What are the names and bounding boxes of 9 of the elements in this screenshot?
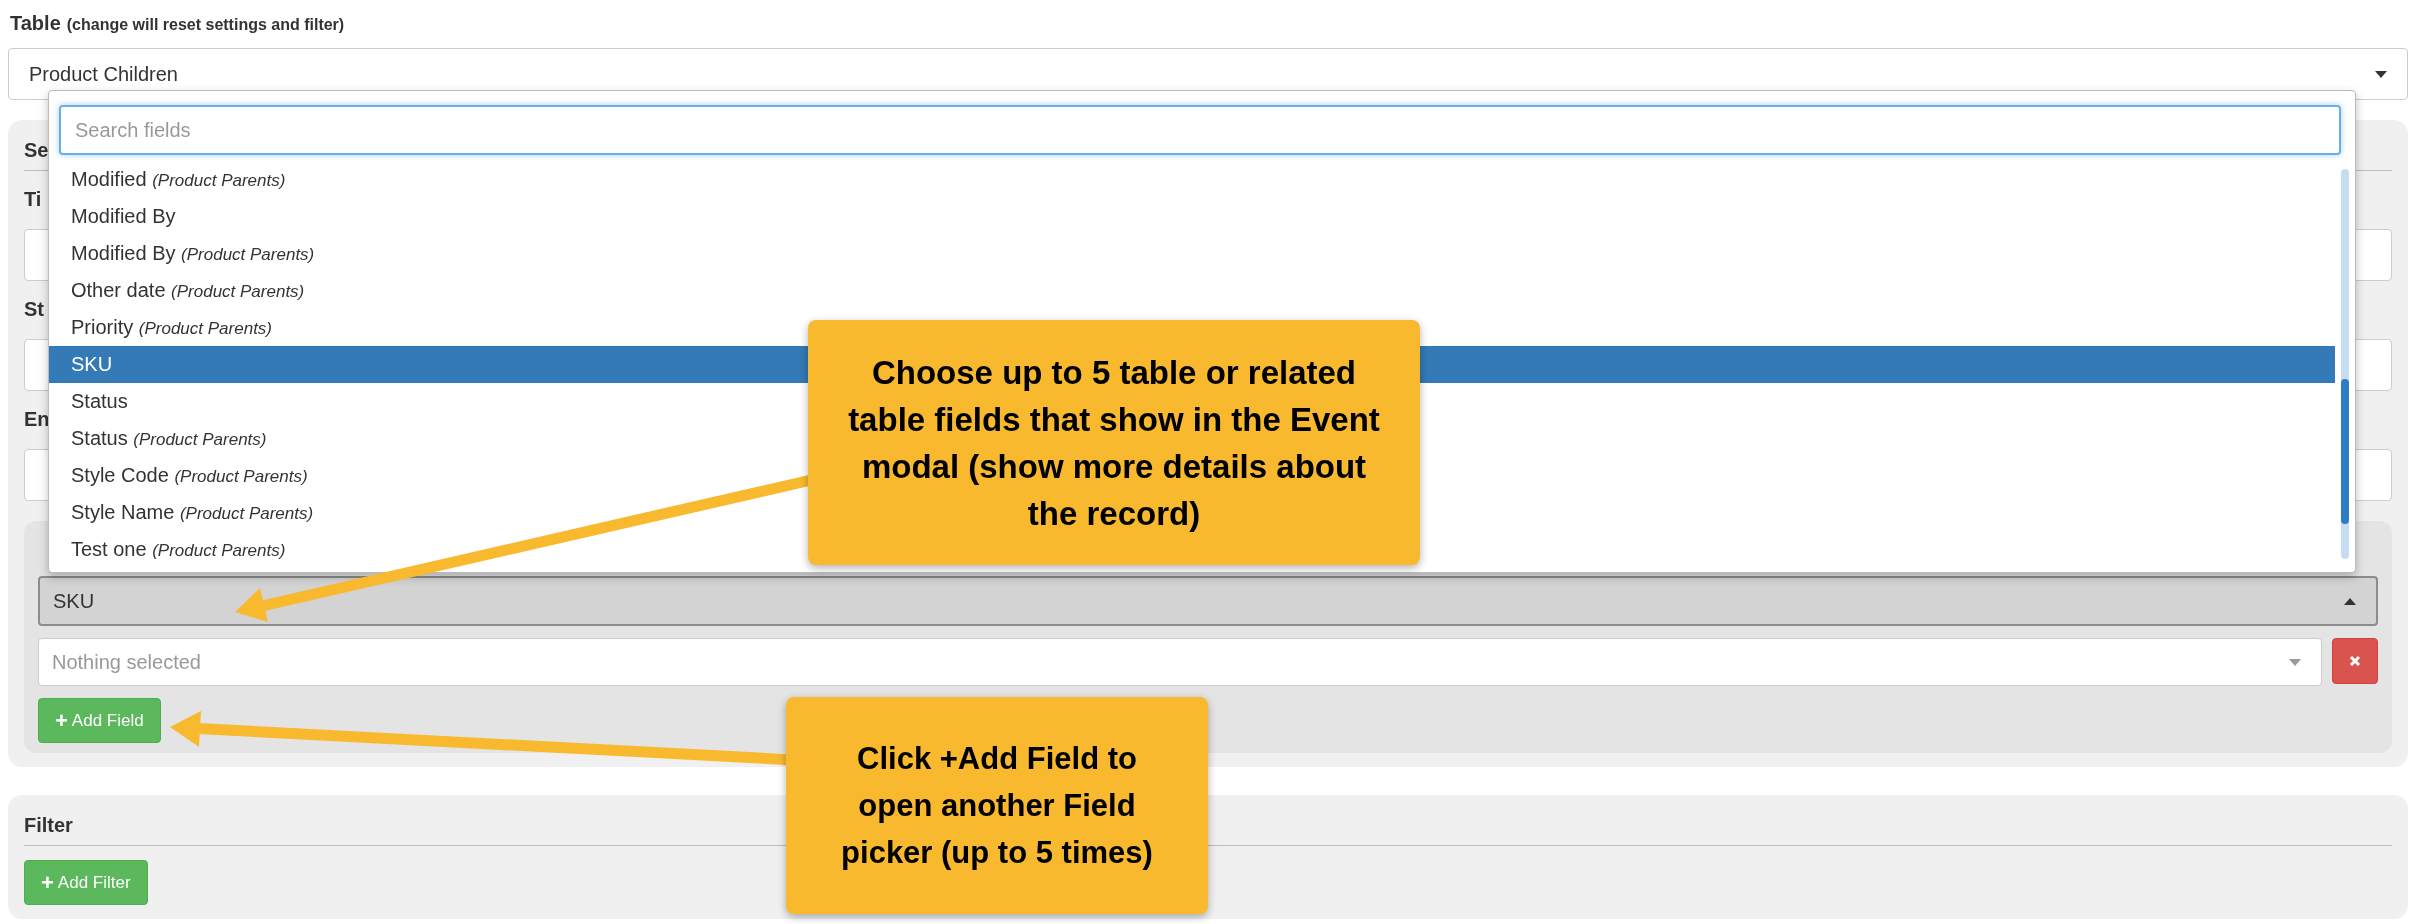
field-label: Ti <box>24 187 42 211</box>
field-label: Table <box>10 12 61 35</box>
callout-note: Click +Add Field to open another Field picker (up to 5 times) <box>786 697 1208 914</box>
hint-text: (change will reset settings and filter) <box>66 16 345 34</box>
field-label: En <box>24 407 50 431</box>
section-heading: Filter <box>24 813 73 837</box>
section-heading: Se <box>24 138 49 162</box>
callout-note: Choose up to 5 table or related table fields that show in the Event modal (show more details about the record) <box>808 320 1420 565</box>
field-label: St <box>24 297 44 321</box>
